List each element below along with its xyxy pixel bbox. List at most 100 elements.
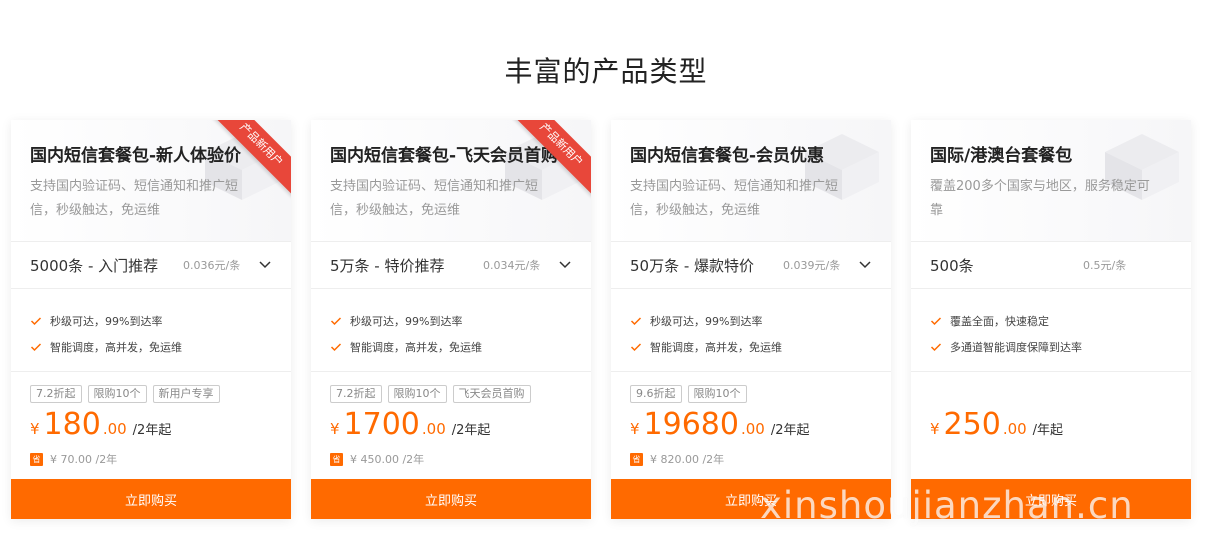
discount-tag: 9.6折起 [630,385,682,403]
save-badge: 省 [30,452,43,466]
price-unit: /2年起 [451,423,491,438]
divider [611,371,891,372]
savings: 省 ¥ 450.00 /2年 [330,451,424,467]
price-integer: 1700 [343,407,420,442]
feature-text: 秒级可达，99%到达率 [650,315,763,328]
price-integer: 180 [43,407,101,442]
product-card: 国际/港澳台套餐包 覆盖200多个国家与地区，服务稳定可靠 500条 0.5元/… [911,120,1191,519]
product-card: 国内短信套餐包-飞天会员首购 支持国内验证码、短信通知和推广短信，秒级触达，免运… [311,120,591,519]
currency-symbol: ¥ [330,420,340,438]
feature-item: 覆盖全面，快速稳定 [930,308,1180,334]
spec-name: 500条 [930,256,974,275]
feature-text: 智能调度，高并发，免运维 [350,341,482,354]
check-icon [630,343,642,352]
tag-list: 7.2折起 限购10个 新用户专享 [30,385,220,403]
spec-selector[interactable]: 5000条 - 入门推荐 0.036元/条 [11,241,291,289]
buy-button[interactable]: 立即购买 [11,479,291,519]
feature-item: 秒级可达，99%到达率 [30,308,280,334]
user-tag: 新用户专享 [152,385,220,403]
spec-name: 5万条 - 特价推荐 [330,256,445,275]
limit-tag: 限购10个 [87,385,147,403]
section-title: 丰富的产品类型 [504,55,708,88]
savings-text: ¥ 820.00 /2年 [650,453,725,466]
ribbon-label: 产品新用户 [511,120,591,197]
feature-list: 覆盖全面，快速稳定 多通道智能调度保障到达率 [930,308,1180,360]
product-cards: 国内短信套餐包-新人体验价 支持国内验证码、短信通知和推广短信，秒级触达，免运维… [11,120,1201,520]
product-card: 国内短信套餐包-会员优惠 支持国内验证码、短信通知和推广短信，秒级触达，免运维 … [611,120,891,519]
check-icon [930,343,942,352]
check-icon [30,317,42,326]
savings-text: ¥ 450.00 /2年 [350,453,425,466]
price-decimal: .00 [421,420,446,438]
spec-selector[interactable]: 50万条 - 爆款特价 0.039元/条 [611,241,891,289]
chevron-down-icon[interactable] [557,256,573,272]
feature-text: 覆盖全面，快速稳定 [950,315,1049,328]
unit-price: 0.5元/条 [1083,259,1127,272]
price-decimal: .00 [102,420,127,438]
savings: 省 ¥ 70.00 /2年 [30,451,117,467]
check-icon [330,317,342,326]
price-unit: /年起 [1032,423,1064,438]
unit-price: 0.036元/条 [183,259,241,272]
savings-text: ¥ 70.00 /2年 [50,453,118,466]
save-badge: 省 [330,452,343,466]
chevron-down-icon[interactable] [257,256,273,272]
save-badge: 省 [630,452,643,466]
price: ¥ 1700 .00 /2年起 [330,407,490,442]
discount-tag: 7.2折起 [330,385,382,403]
unit-price: 0.034元/条 [483,259,541,272]
buy-button[interactable]: 立即购买 [911,479,1191,519]
user-tag: 飞天会员首购 [452,385,531,403]
feature-text: 秒级可达，99%到达率 [350,315,463,328]
limit-tag: 限购10个 [687,385,747,403]
card-title: 国内短信套餐包-会员优惠 [630,146,825,166]
feature-list: 秒级可达，99%到达率 智能调度，高并发，免运维 [330,308,580,360]
spec-name: 50万条 - 爆款特价 [630,256,755,275]
product-card: 国内短信套餐包-新人体验价 支持国内验证码、短信通知和推广短信，秒级触达，免运维… [11,120,291,519]
ribbon-label: 产品新用户 [211,120,291,197]
limit-tag: 限购10个 [387,385,447,403]
divider [911,371,1191,372]
feature-item: 秒级可达，99%到达率 [630,308,880,334]
discount-tag: 7.2折起 [30,385,82,403]
price-unit: /2年起 [132,423,172,438]
savings: 省 ¥ 820.00 /2年 [630,451,724,467]
divider [311,371,591,372]
chevron-down-icon[interactable] [857,256,873,272]
price: ¥ 180 .00 /2年起 [30,407,171,442]
card-description: 覆盖200多个国家与地区，服务稳定可靠 [930,179,1150,218]
check-icon [30,343,42,352]
new-user-ribbon: 产品新用户 [211,120,291,200]
price-unit: /2年起 [770,423,810,438]
price-integer: 19680 [643,407,739,442]
feature-item: 智能调度，高并发，免运维 [30,334,280,360]
tag-list: 7.2折起 限购10个 飞天会员首购 [330,385,531,403]
feature-list: 秒级可达，99%到达率 智能调度，高并发，免运维 [30,308,280,360]
price-integer: 250 [943,407,1001,442]
divider [11,371,291,372]
spec-selector[interactable]: 500条 0.5元/条 [911,241,1191,289]
buy-button[interactable]: 立即购买 [611,479,891,519]
currency-symbol: ¥ [630,420,640,438]
spec-selector[interactable]: 5万条 - 特价推荐 0.034元/条 [311,241,591,289]
spec-name: 5000条 - 入门推荐 [30,256,159,275]
feature-item: 多通道智能调度保障到达率 [930,334,1180,360]
check-icon [930,317,942,326]
new-user-ribbon: 产品新用户 [511,120,591,200]
feature-text: 多通道智能调度保障到达率 [950,341,1082,354]
currency-symbol: ¥ [930,420,940,438]
currency-symbol: ¥ [30,420,40,438]
check-icon [630,317,642,326]
unit-price: 0.039元/条 [783,259,841,272]
price-decimal: .00 [740,420,765,438]
buy-button[interactable]: 立即购买 [311,479,591,519]
feature-item: 智能调度，高并发，免运维 [330,334,580,360]
price-decimal: .00 [1002,420,1027,438]
check-icon [330,343,342,352]
price: ¥ 19680 .00 /2年起 [630,407,810,442]
feature-item: 秒级可达，99%到达率 [330,308,580,334]
card-title: 国际/港澳台套餐包 [930,146,1073,166]
feature-item: 智能调度，高并发，免运维 [630,334,880,360]
feature-text: 秒级可达，99%到达率 [50,315,163,328]
feature-list: 秒级可达，99%到达率 智能调度，高并发，免运维 [630,308,880,360]
